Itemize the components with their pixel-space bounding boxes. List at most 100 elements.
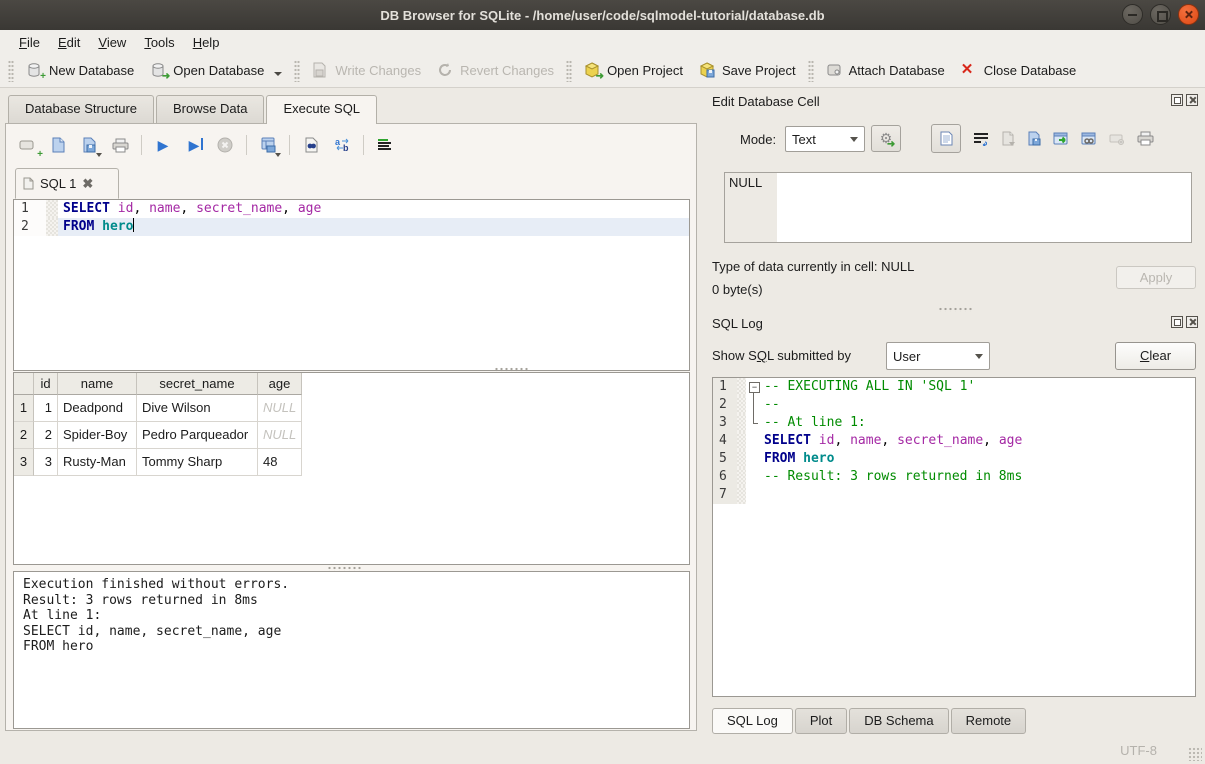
table-cell[interactable]: 48 xyxy=(258,449,302,476)
sql-log-title: SQL Log xyxy=(712,316,763,331)
results-grid[interactable]: idnamesecret_nameage11DeadpondDive Wilso… xyxy=(13,372,690,565)
float-panel-icon[interactable] xyxy=(1171,94,1183,106)
save-project-icon xyxy=(699,62,716,79)
open-sql-file-button[interactable] xyxy=(45,133,71,157)
revert-changes-button[interactable]: Revert Changes xyxy=(429,58,562,83)
new-sql-tab-button[interactable]: + xyxy=(14,133,40,157)
panel-splitter[interactable] xyxy=(700,88,702,731)
row-number[interactable]: 3 xyxy=(14,449,34,476)
format-sql-button[interactable] xyxy=(372,133,398,157)
clear-log-button[interactable]: Clear xyxy=(1115,342,1196,370)
auto-switch-mode-button[interactable]: ⚙➜ xyxy=(871,125,901,152)
word-wrap-button[interactable] xyxy=(973,132,989,146)
open-project-button[interactable]: ➜ Open Project xyxy=(576,58,691,83)
mode-combobox[interactable]: Text xyxy=(785,126,865,152)
close-button[interactable] xyxy=(1178,4,1199,25)
close-panel-icon[interactable] xyxy=(1186,94,1198,106)
export-cell-data-button[interactable] xyxy=(1027,131,1041,146)
apply-button[interactable]: Apply xyxy=(1116,266,1196,289)
tab-db-schema[interactable]: DB Schema xyxy=(849,708,948,734)
table-cell[interactable]: 1 xyxy=(34,395,58,422)
column-header[interactable]: name xyxy=(58,373,137,395)
row-number[interactable]: 2 xyxy=(14,422,34,449)
table-row[interactable]: 22Spider-BoyPedro ParqueadorNULL xyxy=(14,422,689,449)
fold-marker[interactable] xyxy=(746,378,764,396)
log-line: 3-- At line 1: xyxy=(713,414,1195,432)
editor-line[interactable]: 1SELECT id, name, secret_name, age xyxy=(14,200,689,218)
open-database-dropdown-arrow[interactable] xyxy=(274,72,282,76)
table-cell[interactable]: Rusty-Man xyxy=(58,449,137,476)
menu-tools[interactable]: Tools xyxy=(135,33,183,52)
open-database-button[interactable]: ➜ Open Database xyxy=(142,58,290,83)
tab-browse-data[interactable]: Browse Data xyxy=(156,95,264,123)
log-line: 5 FROM hero xyxy=(713,450,1195,468)
save-results-button[interactable] xyxy=(255,133,281,157)
table-cell[interactable]: Deadpond xyxy=(58,395,137,422)
dock-splitter-handle[interactable] xyxy=(938,307,972,312)
find-button[interactable] xyxy=(298,133,324,157)
tab-database-structure[interactable]: Database Structure xyxy=(8,95,154,123)
log-text: -- EXECUTING ALL IN 'SQL 1' xyxy=(764,378,1195,396)
table-cell[interactable]: 2 xyxy=(34,422,58,449)
mode-label: Mode: xyxy=(740,132,776,147)
text-mode-button[interactable] xyxy=(931,124,961,153)
execute-current-line-button[interactable]: ▶ xyxy=(181,133,207,157)
table-cell[interactable]: 3 xyxy=(34,449,58,476)
log-text: FROM hero xyxy=(764,450,1195,468)
editor-line[interactable]: 2FROM hero xyxy=(14,218,689,236)
import-cell-data-button[interactable] xyxy=(1001,131,1015,146)
new-database-button[interactable]: + New Database xyxy=(18,58,142,83)
table-cell[interactable]: Dive Wilson xyxy=(137,395,258,422)
print-sql-button[interactable] xyxy=(107,133,133,157)
menu-edit[interactable]: Edit xyxy=(49,33,89,52)
write-changes-button[interactable]: Write Changes xyxy=(304,58,429,83)
save-sql-file-button[interactable] xyxy=(76,133,102,157)
menu-view[interactable]: View xyxy=(89,33,135,52)
table-cell[interactable]: Spider-Boy xyxy=(58,422,137,449)
table-cell[interactable]: NULL xyxy=(258,395,302,422)
table-cell[interactable]: Tommy Sharp xyxy=(137,449,258,476)
float-panel-icon[interactable] xyxy=(1171,316,1183,328)
close-panel-icon[interactable] xyxy=(1186,316,1198,328)
cell-edit-area[interactable] xyxy=(777,173,1191,242)
row-number[interactable]: 1 xyxy=(14,395,34,422)
cell-value-editor[interactable]: NULL xyxy=(724,172,1192,243)
find-replace-button[interactable]: ab xyxy=(329,133,355,157)
copy-link-button[interactable] xyxy=(1081,132,1097,146)
tab-remote[interactable]: Remote xyxy=(951,708,1027,734)
column-header[interactable]: age xyxy=(258,373,302,395)
tab-execute-sql[interactable]: Execute SQL xyxy=(266,95,377,124)
column-header[interactable]: id xyxy=(34,373,58,395)
log-text: SELECT id, name, secret_name, age xyxy=(764,432,1195,450)
menu-help[interactable]: Help xyxy=(184,33,229,52)
table-cell[interactable]: NULL xyxy=(258,422,302,449)
execute-all-button[interactable]: ▶ xyxy=(150,133,176,157)
column-header[interactable]: secret_name xyxy=(137,373,258,395)
attach-database-button[interactable]: Attach Database xyxy=(818,58,953,83)
close-tab-icon[interactable]: ✖ xyxy=(82,176,93,192)
window-controls xyxy=(1122,4,1199,25)
table-row[interactable]: 11DeadpondDive WilsonNULL xyxy=(14,395,689,422)
log-filter-combobox[interactable]: User xyxy=(886,342,990,370)
tab-sql-log[interactable]: SQL Log xyxy=(712,708,793,734)
menu-file[interactable]: File xyxy=(10,33,49,52)
tab-plot[interactable]: Plot xyxy=(795,708,847,734)
print-cell-button[interactable] xyxy=(1137,131,1154,146)
toolbar-separator xyxy=(363,135,364,155)
toolbar-separator xyxy=(246,135,247,155)
close-database-button[interactable]: ✕ Close Database xyxy=(953,58,1085,83)
log-line-number: 1 xyxy=(713,378,737,396)
set-null-button[interactable] xyxy=(1109,133,1125,145)
log-line-number: 5 xyxy=(713,450,737,468)
resize-grip[interactable] xyxy=(1188,747,1202,761)
sql-editor[interactable]: 1SELECT id, name, secret_name, age2FROM … xyxy=(13,199,690,371)
table-row[interactable]: 33Rusty-ManTommy Sharp48 xyxy=(14,449,689,476)
table-cell[interactable]: Pedro Parqueador xyxy=(137,422,258,449)
stop-execution-button[interactable] xyxy=(212,133,238,157)
sql-log-view[interactable]: 1-- EXECUTING ALL IN 'SQL 1'2--3-- At li… xyxy=(712,377,1196,697)
sql-editor-tab[interactable]: SQL 1 ✖ xyxy=(15,168,119,199)
minimize-button[interactable] xyxy=(1122,4,1143,25)
maximize-button[interactable] xyxy=(1150,4,1171,25)
open-in-external-app-button[interactable] xyxy=(1053,132,1069,146)
save-project-button[interactable]: Save Project xyxy=(691,58,804,83)
